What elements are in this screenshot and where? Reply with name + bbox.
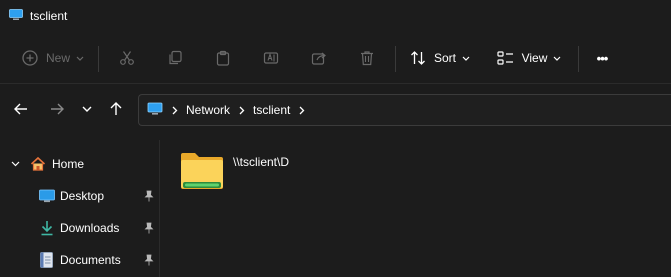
item-name: \\tsclient\D — [233, 155, 290, 169]
cut-button[interactable] — [114, 32, 140, 84]
back-button[interactable] — [9, 96, 33, 122]
file-list: \\tsclient\D — [161, 140, 671, 277]
chevron-down-icon — [76, 56, 84, 61]
pin-icon — [144, 254, 154, 266]
download-icon — [40, 220, 54, 236]
title-bar: tsclient — [0, 0, 671, 32]
toolbar-divider — [395, 46, 396, 72]
copy-button[interactable] — [162, 32, 188, 84]
sidebar-item-label: Downloads — [60, 221, 120, 235]
sort-button-label: Sort — [433, 51, 456, 65]
toolbar-divider — [98, 46, 99, 72]
breadcrumb-chevron-icon — [239, 106, 245, 114]
arrow-right-icon — [51, 103, 64, 115]
chevron-down-icon — [82, 106, 92, 112]
more-options-button[interactable]: ••• — [588, 32, 616, 84]
plus-circle-icon — [22, 50, 38, 66]
recent-locations-button[interactable] — [75, 96, 99, 122]
rename-icon — [263, 52, 279, 64]
navigation-pane: Home Desktop Downloads Documents — [0, 140, 160, 277]
new-button-label: New — [45, 51, 70, 65]
clipboard-icon — [216, 50, 230, 66]
breadcrumb-tsclient[interactable]: tsclient — [253, 103, 290, 117]
new-button[interactable]: New — [18, 32, 88, 84]
rename-button[interactable] — [258, 32, 284, 84]
arrow-up-icon — [110, 102, 122, 115]
more-options-label: ••• — [596, 50, 609, 66]
chevron-down-icon — [553, 56, 561, 61]
pin-icon — [144, 222, 154, 234]
command-bar: New Sort View ••• — [0, 32, 671, 84]
documents-icon — [40, 252, 53, 268]
network-drive-folder-icon — [179, 150, 225, 192]
view-button-label: View — [521, 51, 548, 65]
breadcrumb-chevron-icon[interactable] — [299, 106, 305, 115]
view-button[interactable]: View — [494, 32, 564, 84]
desktop-icon — [39, 189, 55, 203]
network-computer-icon — [147, 102, 163, 119]
sidebar-item-documents[interactable]: Documents — [0, 246, 160, 274]
trash-icon — [361, 51, 373, 66]
delete-button[interactable] — [354, 32, 380, 84]
chevron-down-icon — [462, 56, 470, 61]
scissors-icon — [120, 51, 134, 65]
sidebar-item-label: Documents — [60, 253, 121, 267]
copy-icon — [169, 50, 182, 65]
view-list-icon — [496, 51, 513, 65]
toolbar-divider — [578, 46, 579, 72]
paste-button[interactable] — [210, 32, 236, 84]
sidebar-item-home[interactable]: Home — [0, 150, 160, 178]
breadcrumb-network[interactable]: Network — [186, 103, 230, 117]
home-icon — [30, 156, 46, 172]
monitor-icon — [9, 8, 23, 24]
sort-arrows-icon — [411, 51, 425, 65]
up-button[interactable] — [104, 96, 128, 122]
sidebar-item-downloads[interactable]: Downloads — [0, 214, 160, 242]
forward-button[interactable] — [45, 96, 69, 122]
window-title: tsclient — [30, 9, 68, 23]
sidebar-item-desktop[interactable]: Desktop — [0, 182, 160, 210]
share-icon — [311, 52, 326, 65]
list-item[interactable]: \\tsclient\D — [179, 150, 329, 198]
sort-button[interactable]: Sort — [408, 32, 472, 84]
sidebar-item-label: Home — [52, 157, 85, 171]
breadcrumb-chevron-icon — [172, 106, 178, 114]
chevron-down-icon[interactable] — [11, 161, 20, 167]
address-bar[interactable]: Network tsclient — [138, 94, 671, 126]
arrow-left-icon — [14, 103, 27, 115]
sidebar-item-label: Desktop — [60, 189, 105, 203]
pin-icon — [144, 190, 154, 202]
share-button[interactable] — [306, 32, 332, 84]
